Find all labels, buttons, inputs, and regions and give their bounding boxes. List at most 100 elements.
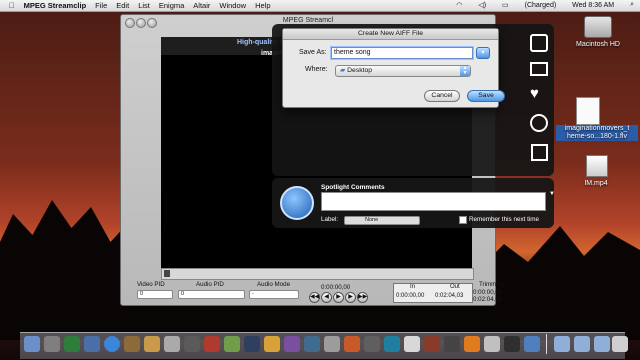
trimming-end: 0:02:04,03: [473, 296, 503, 303]
clock-icon[interactable]: [530, 114, 548, 132]
save-as-label: Save As:: [299, 49, 327, 56]
out-value: 0:02:04,03: [435, 293, 464, 299]
menu-file[interactable]: File: [95, 1, 107, 10]
menu-window[interactable]: Window: [219, 1, 246, 10]
audio-pid-select[interactable]: 0: [178, 290, 245, 299]
remember-checkbox[interactable]: [459, 216, 467, 224]
label-label: Label:: [321, 216, 339, 223]
app-dock-icon-3[interactable]: [324, 336, 340, 352]
in-value: 0:00:00,00: [396, 293, 425, 299]
address-book-dock-icon[interactable]: [124, 336, 140, 352]
save-as-input[interactable]: theme song: [331, 47, 473, 59]
video-pid-select[interactable]: 0: [137, 290, 173, 299]
menu-help[interactable]: Help: [255, 1, 270, 10]
app-dock-icon-11[interactable]: [504, 336, 520, 352]
app-dock-icon-2[interactable]: [304, 336, 320, 352]
dashboard-dock-icon[interactable]: [44, 336, 60, 352]
battery-icon[interactable]: ▭: [502, 1, 509, 9]
menu-bar:  MPEG Streamclip File Edit List Enigma …: [0, 0, 640, 12]
preview-dock-icon[interactable]: [164, 336, 180, 352]
label-value: None: [365, 217, 379, 223]
create-aiff-dialog: Create New AIFF File Save As: theme song…: [282, 28, 505, 108]
app-dock-icon-6[interactable]: [384, 336, 400, 352]
expand-dialog-icon[interactable]: ▾: [476, 47, 490, 59]
drive-icon[interactable]: [530, 34, 548, 52]
imovie-dock-icon[interactable]: [244, 336, 260, 352]
spotlight-icon: [280, 186, 314, 220]
timeline-scrubber[interactable]: [161, 268, 474, 280]
iphoto-dock-icon[interactable]: [224, 336, 240, 352]
flv-file-icon[interactable]: [576, 97, 600, 125]
spotlight-comments-field[interactable]: [321, 192, 546, 211]
applications-folder-dock-icon[interactable]: [554, 336, 570, 352]
mail-dock-icon[interactable]: [84, 336, 100, 352]
volume-icon[interactable]: ◁): [478, 1, 486, 9]
documents-folder-dock-icon[interactable]: [574, 336, 590, 352]
app-dock-icon-9[interactable]: [444, 336, 460, 352]
skip-forward-icon[interactable]: ▶▶: [357, 292, 368, 303]
spotlight-title: Spotlight Comments: [321, 184, 385, 191]
finder-dock-icon[interactable]: [24, 336, 40, 352]
skip-back-icon[interactable]: ◀◀: [309, 292, 320, 303]
app-dock-icon-7[interactable]: [404, 336, 420, 352]
save-button[interactable]: Save: [467, 90, 505, 102]
spotlight-comments-panel: Spotlight Comments ▼ Label: None Remembe…: [272, 178, 555, 228]
menu-enigma[interactable]: Enigma: [159, 1, 184, 10]
label-select[interactable]: None: [344, 216, 420, 225]
menu-clock[interactable]: Wed 8:36 AM: [572, 2, 614, 9]
audio-pid-label: Audio PID: [196, 281, 224, 288]
trimming-start: 0:00:00,00: [473, 289, 503, 296]
out-label: Out: [450, 284, 460, 290]
app-dock-icon-5[interactable]: [364, 336, 380, 352]
spotlight-search-icon[interactable]: ⌕: [630, 1, 634, 9]
menu-list[interactable]: List: [138, 1, 150, 10]
remember-label: Remember this next time: [469, 216, 539, 223]
battery-status: (Charged): [524, 1, 557, 9]
position-readout: 0:00:00,00: [321, 284, 351, 291]
finder-icon[interactable]: [531, 144, 548, 161]
garageband-dock-icon[interactable]: [264, 336, 280, 352]
apple-menu-icon[interactable]: : [9, 1, 15, 10]
menu-edit[interactable]: Edit: [116, 1, 129, 10]
cancel-button[interactable]: Cancel: [424, 90, 460, 102]
wifi-icon[interactable]: ◠: [456, 1, 462, 9]
hard-drive-icon[interactable]: [584, 16, 612, 38]
where-label: Where:: [305, 66, 328, 73]
video-pid-label: Video PID: [137, 281, 165, 288]
display-icon[interactable]: [530, 62, 548, 76]
downloads-folder-dock-icon[interactable]: [594, 336, 610, 352]
folder-icon: ▰: [340, 67, 346, 74]
app-dock-icon-12[interactable]: [524, 336, 540, 352]
audio-mode-label: Audio Mode: [257, 281, 291, 288]
photo-booth-dock-icon[interactable]: [204, 336, 220, 352]
scrubber-handle[interactable]: [164, 270, 170, 277]
safari-dock-icon[interactable]: [104, 336, 120, 352]
app-dock-icon-4[interactable]: [344, 336, 360, 352]
menu-altair[interactable]: Altair: [193, 1, 210, 10]
in-out-box: In Out 0:00:00,00 0:02:04,03: [393, 283, 473, 303]
system-prefs-dock-icon[interactable]: [64, 336, 80, 352]
itunes-dock-icon[interactable]: [184, 336, 200, 352]
vlc-dock-icon[interactable]: [464, 336, 480, 352]
heart-icon[interactable]: ♥: [530, 86, 539, 101]
popup-arrows-icon: ▲ ▼: [460, 66, 470, 76]
mp4-file-label: IM.mp4: [584, 180, 608, 187]
trash-dock-icon[interactable]: [612, 336, 628, 352]
audio-mode-select[interactable]: -: [249, 290, 299, 299]
where-popup[interactable]: ▰ Desktop ▲ ▼: [335, 65, 471, 77]
app-dock-icon-8[interactable]: [424, 336, 440, 352]
ical-dock-icon[interactable]: [144, 336, 160, 352]
play-icon[interactable]: ▶: [333, 292, 344, 303]
hard-drive-label: Macintosh HD: [576, 41, 620, 48]
where-value: Desktop: [347, 67, 373, 74]
app-dock-icon-10[interactable]: [484, 336, 500, 352]
step-back-icon[interactable]: ◀: [321, 292, 332, 303]
app-dock-icon-1[interactable]: [284, 336, 300, 352]
step-forward-icon[interactable]: ▶: [345, 292, 356, 303]
trimming-label: Trimming: [479, 281, 505, 288]
flv-file-label: imaginationmovers_t heme-so...180-1.flv: [556, 125, 638, 141]
in-label: In: [410, 284, 416, 290]
mp4-file-icon[interactable]: [586, 155, 608, 177]
menu-app-name[interactable]: MPEG Streamclip: [24, 1, 87, 10]
spotlight-menu-arrow-icon[interactable]: ▼: [549, 191, 555, 197]
